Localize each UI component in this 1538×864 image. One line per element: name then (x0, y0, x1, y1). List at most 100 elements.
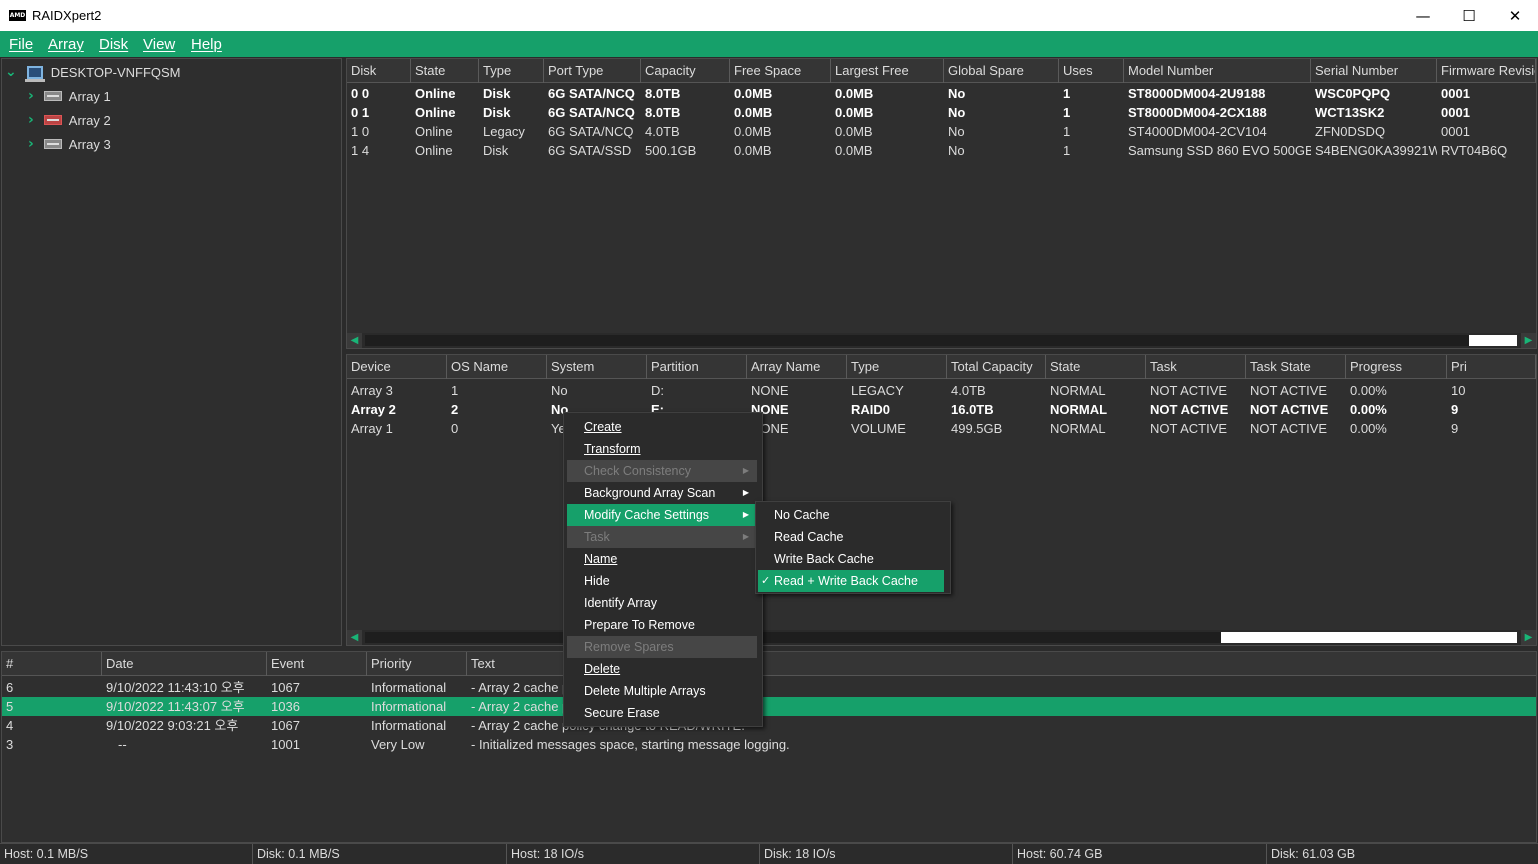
table-row[interactable]: 0 1 Online Disk 6G SATA/NCQ 8.0TB 0.0MB 0.0MB N… (347, 103, 1536, 122)
table-row[interactable]: 3 -- 1001 Very Low - Initialized messages sp… (2, 735, 1536, 754)
scroll-track[interactable] (365, 632, 1221, 643)
col-header[interactable]: Uses (1059, 59, 1124, 83)
table-cell: 6 (6, 680, 14, 695)
col-header[interactable]: Model Number (1124, 59, 1311, 83)
scroll-thumb[interactable] (1221, 632, 1517, 643)
table-row[interactable]: 6 9/10/2022 11:43:10 오후 1067 Informational -… (2, 678, 1536, 697)
menu-item-delete[interactable]: Delete (567, 658, 757, 680)
status-host-data: Host: 60.74 GB (1012, 844, 1266, 864)
col-header[interactable]: System (547, 355, 647, 379)
col-header[interactable]: State (1046, 355, 1146, 379)
menu-item-label: Transform (584, 442, 641, 456)
menu-item-secure-erase[interactable]: Secure Erase (567, 702, 757, 724)
col-header[interactable]: Device (347, 355, 447, 379)
col-header[interactable]: Capacity (641, 59, 730, 83)
table-row[interactable]: Array 2 2 No E: NONE RAID0 16.0TB NORMAL NOT ACT… (347, 400, 1536, 419)
col-header[interactable]: Progress (1346, 355, 1447, 379)
menu-item-identify-array[interactable]: Identify Array (567, 592, 757, 614)
device-tree: ⌄ DESKTOP-VNFFQSM › Array 1 › Array 2 › … (1, 58, 342, 646)
tree-item-array-2[interactable]: › Array 2 (28, 110, 111, 130)
col-header[interactable]: State (411, 59, 479, 83)
table-cell: NORMAL (1050, 383, 1106, 398)
cache-option-write-back-cache[interactable]: Write Back Cache (758, 548, 944, 570)
submenu-arrow-icon: ▶ (742, 466, 749, 475)
table-row[interactable]: 5 9/10/2022 11:43:07 오후 1036 Informational -… (2, 697, 1536, 716)
col-header[interactable]: Array Name (747, 355, 847, 379)
close-button[interactable]: ✕ (1492, 0, 1538, 31)
col-header[interactable]: Task State (1246, 355, 1346, 379)
col-header[interactable]: Date (102, 652, 267, 676)
cache-option-no-cache[interactable]: No Cache (758, 504, 944, 526)
tree-item-array-1[interactable]: › Array 1 (28, 86, 111, 106)
col-header[interactable]: Firmware Revision (1437, 59, 1536, 83)
arrays-hscrollbar[interactable]: ◀ ▶ (347, 630, 1536, 645)
menu-item-transform[interactable]: Transform (567, 438, 757, 460)
menu-item-background-array-scan[interactable]: Background Array Scan ▶ (567, 482, 757, 504)
menu-file[interactable]: File (9, 36, 33, 53)
menu-help[interactable]: Help (191, 36, 222, 53)
tree-item-array-3[interactable]: › Array 3 (28, 134, 111, 154)
chevron-right-icon[interactable]: › (28, 88, 34, 104)
table-row[interactable]: Array 1 0 Yes NONE VOLUME 499.5GB NORMAL NOT AC… (347, 419, 1536, 438)
computer-icon (24, 65, 45, 82)
table-row[interactable]: 1 0 Online Legacy 6G SATA/NCQ 4.0TB 0.0MB 0.0M… (347, 122, 1536, 141)
events-log: # Date Event Priority Text 6 9/10/2022 11… (1, 651, 1537, 843)
maximize-button[interactable]: ☐ (1446, 0, 1492, 31)
tree-root[interactable]: ⌄ DESKTOP-VNFFQSM (5, 62, 181, 82)
table-cell: 0 0 (351, 86, 370, 101)
col-header[interactable]: Type (847, 355, 947, 379)
col-header[interactable]: Pri (1447, 355, 1536, 379)
col-header[interactable]: Priority (367, 652, 467, 676)
scroll-thumb[interactable] (1469, 335, 1517, 346)
col-header[interactable]: OS Name (447, 355, 547, 379)
chevron-down-icon[interactable]: ⌄ (5, 64, 17, 80)
col-header[interactable]: Partition (647, 355, 747, 379)
table-cell: S4BENG0KA39921W (1315, 143, 1437, 158)
scroll-right-icon[interactable]: ▶ (1521, 630, 1536, 645)
scroll-track[interactable] (365, 335, 1469, 346)
col-header[interactable]: Disk (347, 59, 411, 83)
menu-view[interactable]: View (143, 36, 175, 53)
table-cell: 0.00% (1350, 421, 1387, 436)
table-cell: 0.0MB (734, 86, 773, 101)
menu-item-name[interactable]: Name (567, 548, 757, 570)
scroll-left-icon[interactable]: ◀ (347, 333, 362, 348)
col-header[interactable]: Global Spare (944, 59, 1059, 83)
col-header[interactable]: Event (267, 652, 367, 676)
col-header[interactable]: Total Capacity (947, 355, 1046, 379)
col-header[interactable]: # (2, 652, 102, 676)
table-cell: 1 (1063, 143, 1071, 158)
menu-item-hide[interactable]: Hide (567, 570, 757, 592)
col-header[interactable]: Largest Free (831, 59, 944, 83)
table-cell: 8.0TB (645, 105, 681, 120)
disks-hscrollbar[interactable]: ◀ ▶ (347, 333, 1536, 348)
menu-item-label: Name (584, 552, 618, 566)
table-cell: 1 0 (351, 124, 370, 139)
menu-disk[interactable]: Disk (99, 36, 128, 53)
table-row[interactable]: 1 4 Online Disk 6G SATA/SSD 500.1GB 0.0MB 0.0M… (347, 141, 1536, 160)
chevron-right-icon[interactable]: › (28, 112, 34, 128)
menu-item-delete-multiple-arrays[interactable]: Delete Multiple Arrays (567, 680, 757, 702)
col-header[interactable]: Type (479, 59, 544, 83)
array-disk-icon (43, 115, 62, 125)
col-header[interactable]: Serial Number (1311, 59, 1437, 83)
submenu-arrow-icon: ▶ (742, 488, 749, 497)
cache-option-read-write-back-cache[interactable]: ✓ Read + Write Back Cache (758, 570, 944, 592)
menu-item-prepare-to-remove[interactable]: Prepare To Remove (567, 614, 757, 636)
menu-array[interactable]: Array (48, 36, 84, 53)
col-header[interactable]: Port Type (544, 59, 641, 83)
table-row[interactable]: Array 3 1 No D: NONE LEGACY 4.0TB NORMAL NOT ACT… (347, 381, 1536, 400)
col-header[interactable]: Free Space (730, 59, 831, 83)
menu-item-label: Task (584, 530, 610, 544)
menu-item-modify-cache-settings[interactable]: Modify Cache Settings ▶ (567, 504, 757, 526)
cache-option-read-cache[interactable]: Read Cache (758, 526, 944, 548)
table-row[interactable]: 0 0 Online Disk 6G SATA/NCQ 8.0TB 0.0MB 0.0MB N… (347, 84, 1536, 103)
minimize-button[interactable]: — (1400, 0, 1446, 31)
menu-item-create[interactable]: Create (567, 416, 757, 438)
scroll-left-icon[interactable]: ◀ (347, 630, 362, 645)
array-disk-icon (43, 139, 62, 149)
table-row[interactable]: 4 9/10/2022 9:03:21 오후 1067 Informational - … (2, 716, 1536, 735)
scroll-right-icon[interactable]: ▶ (1521, 333, 1536, 348)
chevron-right-icon[interactable]: › (28, 136, 34, 152)
col-header[interactable]: Task (1146, 355, 1246, 379)
